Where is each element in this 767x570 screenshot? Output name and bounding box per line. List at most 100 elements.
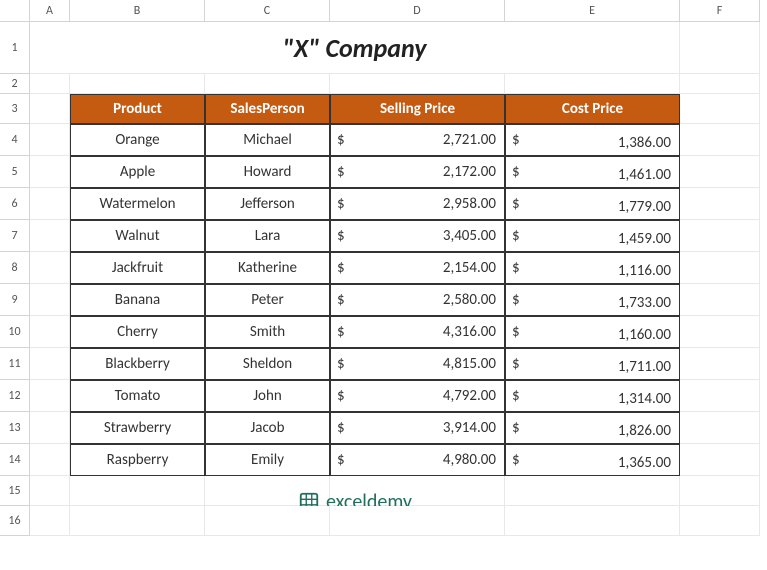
cell-F-body[interactable] — [680, 220, 760, 252]
cell-A-body[interactable] — [30, 156, 70, 188]
salesperson-cell[interactable]: John — [205, 380, 330, 412]
col-header-A[interactable]: A — [30, 0, 70, 22]
cell-r16-c2[interactable] — [30, 506, 70, 536]
select-all-corner[interactable] — [0, 0, 30, 22]
salesperson-cell[interactable]: Lara — [205, 220, 330, 252]
cell-A-body[interactable] — [30, 380, 70, 412]
cost-price-cell[interactable]: $1,826.00 — [505, 412, 680, 444]
header-selling-price[interactable]: Selling Price — [330, 94, 505, 124]
selling-price-cell[interactable]: $2,721.00 — [330, 124, 505, 156]
cost-price-cell[interactable]: $1,459.00 — [505, 220, 680, 252]
selling-price-cell[interactable]: $4,815.00 — [330, 348, 505, 380]
salesperson-cell[interactable]: Emily — [205, 444, 330, 476]
salesperson-cell[interactable]: Sheldon — [205, 348, 330, 380]
header-product[interactable]: Product — [70, 94, 205, 124]
selling-price-cell[interactable]: $3,914.00 — [330, 412, 505, 444]
row-header-2[interactable]: 2 — [0, 74, 30, 94]
product-cell[interactable]: Watermelon — [70, 188, 205, 220]
cell-r16-c4[interactable] — [205, 506, 330, 536]
product-cell[interactable]: Strawberry — [70, 412, 205, 444]
cell-A-body[interactable] — [30, 348, 70, 380]
cell-F3[interactable] — [680, 94, 760, 124]
cell-r16-c3[interactable] — [70, 506, 205, 536]
row-header-15[interactable]: 15 — [0, 476, 30, 506]
salesperson-cell[interactable]: Jefferson — [205, 188, 330, 220]
selling-price-cell[interactable]: $4,980.00 — [330, 444, 505, 476]
cost-price-cell[interactable]: $1,116.00 — [505, 252, 680, 284]
cost-price-cell[interactable]: $1,386.00 — [505, 124, 680, 156]
header-salesperson[interactable]: SalesPerson — [205, 94, 330, 124]
cell-A-body[interactable] — [30, 220, 70, 252]
row-header-16[interactable]: 16 — [0, 506, 30, 536]
cost-price-cell[interactable]: $1,314.00 — [505, 380, 680, 412]
cell-F-body[interactable] — [680, 380, 760, 412]
cell-r2-c2[interactable] — [30, 74, 70, 94]
col-header-F[interactable]: F — [680, 0, 760, 22]
cell-r2-c5[interactable] — [330, 74, 505, 94]
row-header-7[interactable]: 7 — [0, 220, 30, 252]
row-header-3[interactable]: 3 — [0, 94, 30, 124]
cell-r16-c7[interactable] — [680, 506, 760, 536]
selling-price-cell[interactable]: $3,405.00 — [330, 220, 505, 252]
cell-F-body[interactable] — [680, 348, 760, 380]
cost-price-cell[interactable]: $1,365.00 — [505, 444, 680, 476]
cell-A-body[interactable] — [30, 94, 70, 124]
row-header-11[interactable]: 11 — [0, 348, 30, 380]
salesperson-cell[interactable]: Katherine — [205, 252, 330, 284]
cell-F-body[interactable] — [680, 284, 760, 316]
cell-A-body[interactable] — [30, 188, 70, 220]
cost-price-cell[interactable]: $1,779.00 — [505, 188, 680, 220]
product-cell[interactable]: Jackfruit — [70, 252, 205, 284]
cost-price-cell[interactable]: $1,160.00 — [505, 316, 680, 348]
product-cell[interactable]: Apple — [70, 156, 205, 188]
cell-F-body[interactable] — [680, 444, 760, 476]
header-cost-price[interactable]: Cost Price — [505, 94, 680, 124]
col-header-D[interactable]: D — [330, 0, 505, 22]
selling-price-cell[interactable]: $2,154.00 — [330, 252, 505, 284]
cell-r15-c7[interactable] — [680, 476, 760, 506]
cell-r2-c7[interactable] — [680, 74, 760, 94]
cell-F-body[interactable] — [680, 316, 760, 348]
cost-price-cell[interactable]: $1,461.00 — [505, 156, 680, 188]
row-header-8[interactable]: 8 — [0, 252, 30, 284]
cell-A-body[interactable] — [30, 412, 70, 444]
cell-r16-c6[interactable] — [505, 506, 680, 536]
product-cell[interactable]: Cherry — [70, 316, 205, 348]
cell-A-body[interactable] — [30, 284, 70, 316]
product-cell[interactable]: Walnut — [70, 220, 205, 252]
cell-r2-c6[interactable] — [505, 74, 680, 94]
col-header-C[interactable]: C — [205, 0, 330, 22]
row-header-1[interactable]: 1 — [0, 22, 30, 74]
row-header-4[interactable]: 4 — [0, 124, 30, 156]
cost-price-cell[interactable]: $1,711.00 — [505, 348, 680, 380]
cell-F-body[interactable] — [680, 252, 760, 284]
row-header-6[interactable]: 6 — [0, 188, 30, 220]
product-cell[interactable]: Orange — [70, 124, 205, 156]
row-header-9[interactable]: 9 — [0, 284, 30, 316]
product-cell[interactable]: Raspberry — [70, 444, 205, 476]
cell-F-body[interactable] — [680, 124, 760, 156]
row-header-12[interactable]: 12 — [0, 380, 30, 412]
cell-A-body[interactable] — [30, 124, 70, 156]
row-header-5[interactable]: 5 — [0, 156, 30, 188]
col-header-E[interactable]: E — [505, 0, 680, 22]
row-header-10[interactable]: 10 — [0, 316, 30, 348]
selling-price-cell[interactable]: $2,580.00 — [330, 284, 505, 316]
col-header-B[interactable]: B — [70, 0, 205, 22]
salesperson-cell[interactable]: Jacob — [205, 412, 330, 444]
cell-F-body[interactable] — [680, 156, 760, 188]
cell-F-body[interactable] — [680, 188, 760, 220]
cell-r16-c5[interactable] — [330, 506, 505, 536]
cost-price-cell[interactable]: $1,733.00 — [505, 284, 680, 316]
cell-A-body[interactable] — [30, 444, 70, 476]
selling-price-cell[interactable]: $2,958.00 — [330, 188, 505, 220]
cell-A-body[interactable] — [30, 252, 70, 284]
product-cell[interactable]: Tomato — [70, 380, 205, 412]
salesperson-cell[interactable]: Howard — [205, 156, 330, 188]
selling-price-cell[interactable]: $2,172.00 — [330, 156, 505, 188]
selling-price-cell[interactable]: $4,792.00 — [330, 380, 505, 412]
row-header-13[interactable]: 13 — [0, 412, 30, 444]
product-cell[interactable]: Banana — [70, 284, 205, 316]
row-header-14[interactable]: 14 — [0, 444, 30, 476]
cell-r2-c4[interactable] — [205, 74, 330, 94]
